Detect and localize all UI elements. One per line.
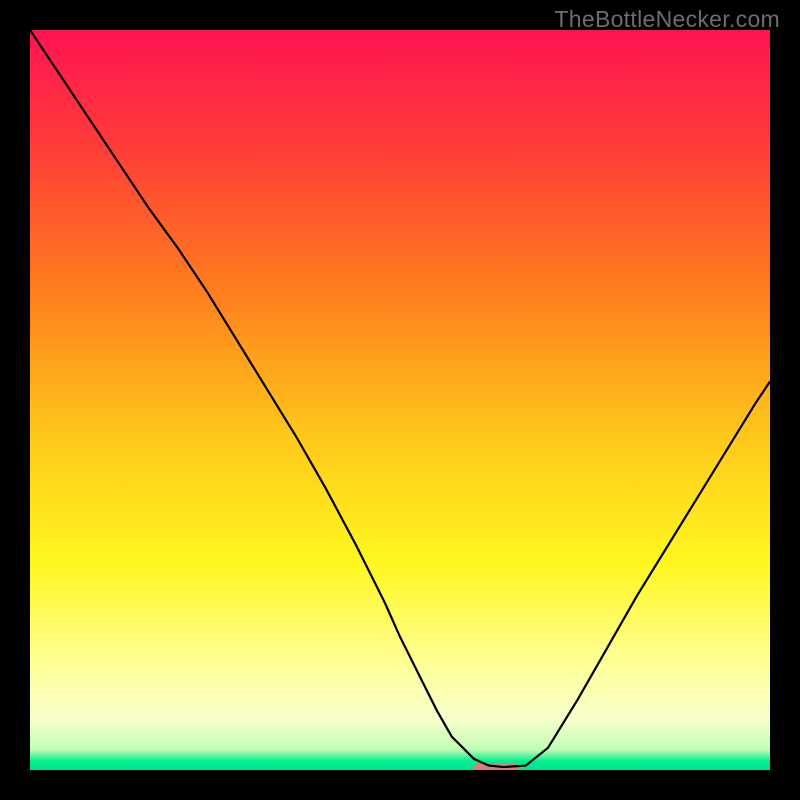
plot-area [30,30,770,770]
watermark-text: TheBottleNecker.com [554,6,780,33]
chart-frame: TheBottleNecker.com [0,0,800,800]
gradient-background [30,30,770,770]
chart-svg [30,30,770,770]
